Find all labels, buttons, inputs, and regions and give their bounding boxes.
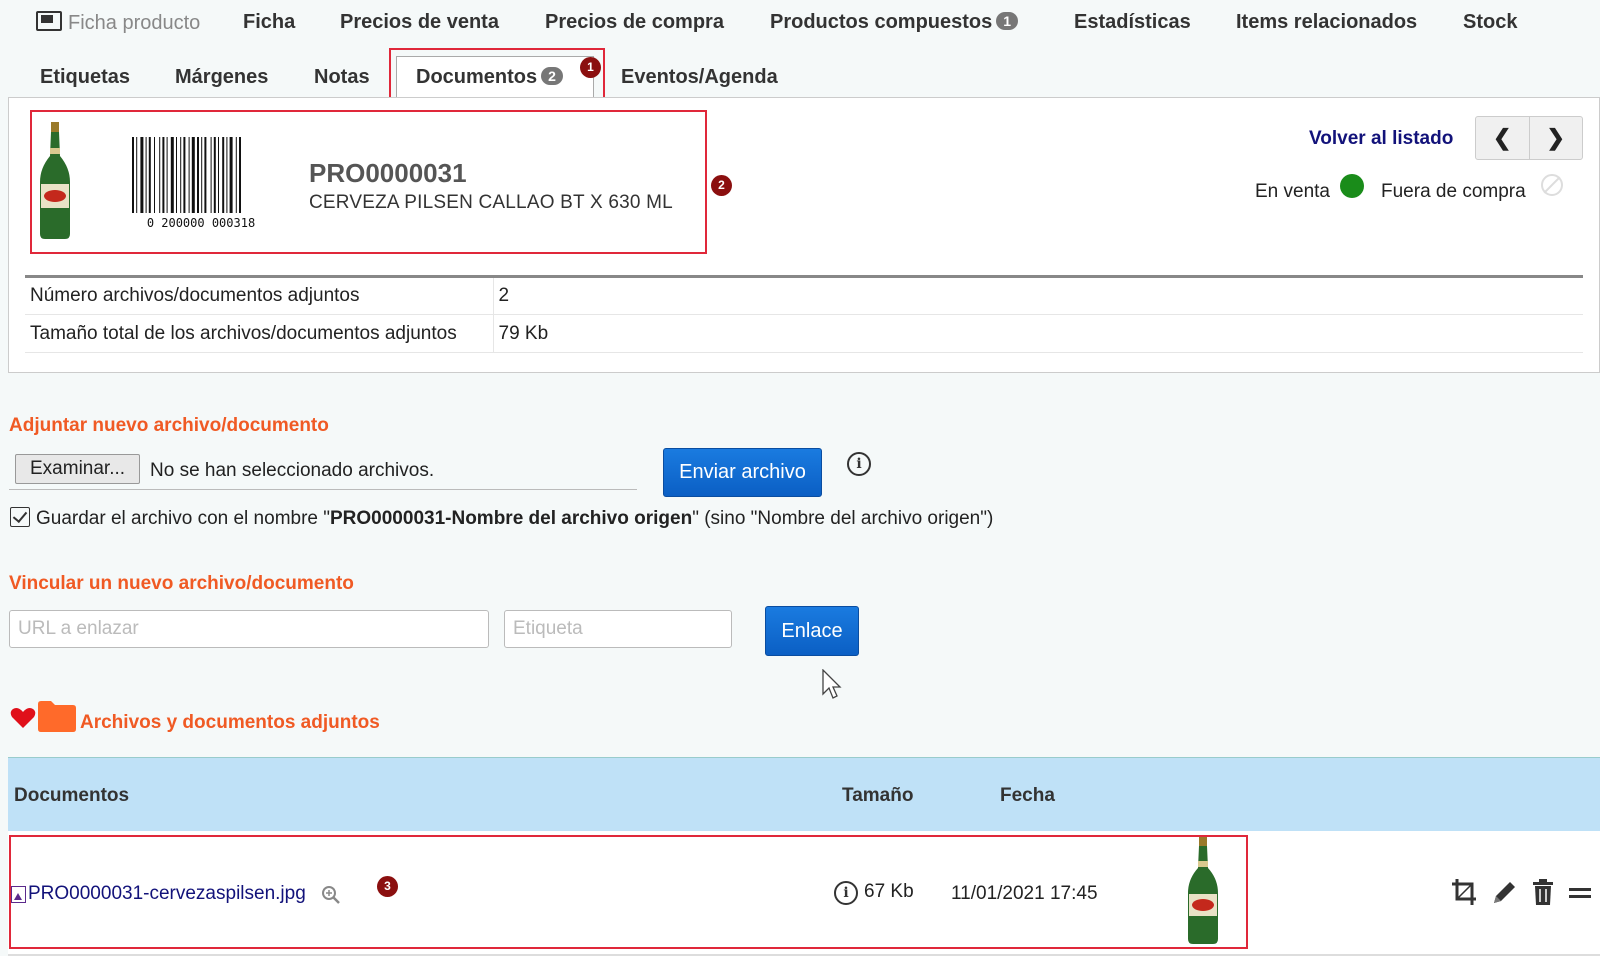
disabled-icon bbox=[1541, 174, 1563, 196]
zoom-in-icon[interactable] bbox=[321, 885, 341, 905]
attachment-date: 11/01/2021 17:45 bbox=[951, 883, 1098, 904]
barcode-bar bbox=[210, 137, 212, 213]
table-row: Número archivos/documentos adjuntos 2 bbox=[25, 276, 1583, 315]
table-row: Tamaño total de los archivos/documentos … bbox=[25, 314, 1583, 353]
status-purchase-label: Fuera de compra bbox=[1381, 181, 1526, 202]
drag-handle-icon[interactable] bbox=[1569, 886, 1591, 900]
status-on-sale-label: En venta bbox=[1255, 181, 1330, 202]
chevron-left-icon: ❮ bbox=[1493, 125, 1512, 150]
tab-eventos-agenda[interactable]: Eventos/Agenda bbox=[621, 66, 778, 89]
tab-estadisticas[interactable]: Estadísticas bbox=[1074, 11, 1191, 34]
attachment-size: 67 Kb bbox=[864, 881, 914, 902]
tab-stock[interactable]: Stock bbox=[1463, 11, 1517, 34]
marker-3: 3 bbox=[377, 876, 398, 897]
product-bottle-image bbox=[40, 122, 70, 239]
barcode-image: 0 200000 000318 bbox=[132, 137, 255, 229]
browse-button[interactable]: Examinar... bbox=[15, 454, 141, 484]
barcode-bar bbox=[154, 137, 155, 213]
info-icon[interactable]: i bbox=[847, 452, 871, 476]
upload-section-title: Adjuntar nuevo archivo/documento bbox=[9, 415, 329, 436]
barcode-bar bbox=[159, 137, 161, 213]
attachments-section-title: Archivos y documentos adjuntos bbox=[80, 712, 380, 733]
barcode-bar bbox=[183, 137, 186, 213]
tab-items-relacionados[interactable]: Items relacionados bbox=[1236, 11, 1417, 34]
attachments-table-header: Documentos Tamaño Fecha bbox=[8, 757, 1600, 831]
status-on-sale-icon bbox=[1340, 174, 1364, 198]
chevron-right-icon: ❯ bbox=[1546, 125, 1565, 150]
tab-margenes[interactable]: Márgenes bbox=[175, 66, 268, 89]
record-navigation: ❮ ❯ bbox=[1475, 116, 1583, 160]
product-code: PRO0000031 bbox=[309, 158, 467, 188]
tab-precios-compra[interactable]: Precios de compra bbox=[545, 11, 724, 34]
barcode-bar bbox=[166, 137, 168, 213]
barcode-bar bbox=[162, 137, 165, 213]
folder-icon bbox=[38, 701, 76, 732]
heart-icon[interactable] bbox=[10, 707, 36, 729]
barcode-bar bbox=[180, 137, 182, 213]
tab-ficha[interactable]: Ficha bbox=[243, 11, 295, 34]
barcode-bar bbox=[176, 137, 177, 213]
file-input: Examinar... No se han seleccionado archi… bbox=[9, 448, 637, 490]
summary-value: 79 Kb bbox=[493, 314, 1583, 353]
column-header-fecha[interactable]: Fecha bbox=[1000, 785, 1055, 807]
mouse-cursor-icon bbox=[822, 669, 842, 699]
tab-ficha-producto[interactable]: Ficha producto bbox=[36, 11, 200, 35]
previous-record-button[interactable]: ❮ bbox=[1476, 117, 1530, 159]
barcode-bar bbox=[140, 137, 144, 213]
next-record-button[interactable]: ❯ bbox=[1530, 117, 1583, 159]
back-to-list-link[interactable]: Volver al listado bbox=[1309, 128, 1453, 150]
attachment-thumbnail[interactable] bbox=[1186, 837, 1220, 945]
image-file-icon bbox=[11, 886, 26, 903]
barcode-bar bbox=[222, 137, 225, 213]
tab-etiquetas[interactable]: Etiquetas bbox=[40, 66, 130, 89]
save-with-name-checkbox[interactable] bbox=[10, 507, 30, 527]
attachment-file-link[interactable]: PRO0000031-cervezaspilsen.jpg bbox=[28, 883, 306, 905]
marker-1: 1 bbox=[580, 57, 601, 78]
link-section-title: Vincular un nuevo archivo/documento bbox=[9, 573, 354, 594]
count-badge: 1 bbox=[996, 12, 1019, 30]
url-input[interactable] bbox=[9, 610, 489, 648]
tab-notas[interactable]: Notas bbox=[314, 66, 370, 89]
monitor-icon bbox=[36, 11, 62, 31]
barcode-bar bbox=[170, 137, 174, 213]
crop-icon[interactable] bbox=[1451, 878, 1477, 906]
summary-label: Número archivos/documentos adjuntos bbox=[25, 276, 494, 315]
barcode-bar bbox=[204, 137, 207, 213]
edit-pencil-icon[interactable] bbox=[1491, 878, 1517, 906]
barcode-bar bbox=[132, 137, 134, 213]
barcode-bar bbox=[136, 137, 138, 213]
barcode-bar bbox=[235, 137, 237, 213]
tab-documentos[interactable]: Documentos 2 bbox=[416, 66, 563, 89]
label-input[interactable] bbox=[504, 610, 732, 648]
tab-productos-compuestos[interactable]: Productos compuestos 1 bbox=[770, 11, 1019, 34]
summary-label: Tamaño total de los archivos/documentos … bbox=[25, 314, 494, 353]
product-name: CERVEZA PILSEN CALLAO BT X 630 ML bbox=[309, 192, 673, 213]
column-header-tamano[interactable]: Tamaño bbox=[842, 785, 913, 807]
barcode-bar bbox=[188, 137, 190, 213]
trash-icon[interactable] bbox=[1531, 878, 1555, 906]
tab-precios-venta[interactable]: Precios de venta bbox=[340, 11, 499, 34]
send-file-button[interactable]: Enviar archivo bbox=[663, 448, 822, 497]
barcode-bar bbox=[201, 137, 203, 213]
barcode-bar bbox=[213, 137, 216, 213]
barcode-bar bbox=[191, 137, 195, 213]
marker-2: 2 bbox=[711, 175, 732, 196]
summary-value: 2 bbox=[493, 276, 1583, 315]
barcode-bar bbox=[145, 137, 147, 213]
save-with-name-label: Guardar el archivo con el nombre "PRO000… bbox=[36, 508, 994, 529]
barcode-bar bbox=[239, 137, 241, 213]
barcode-bar bbox=[226, 137, 228, 213]
barcode-bar bbox=[197, 137, 199, 213]
info-icon[interactable]: i bbox=[834, 881, 858, 905]
barcode-bar bbox=[218, 137, 219, 213]
attachment-summary-table: Número archivos/documentos adjuntos 2 Ta… bbox=[25, 275, 1583, 353]
no-file-text: No se han seleccionado archivos. bbox=[150, 460, 435, 481]
barcode-bar bbox=[148, 137, 151, 213]
link-button[interactable]: Enlace bbox=[765, 606, 859, 656]
column-header-documentos[interactable]: Documentos bbox=[14, 785, 129, 807]
barcode-bar bbox=[229, 137, 233, 213]
barcode-digits: 0 200000 000318 bbox=[147, 216, 255, 229]
count-badge: 2 bbox=[541, 67, 563, 85]
